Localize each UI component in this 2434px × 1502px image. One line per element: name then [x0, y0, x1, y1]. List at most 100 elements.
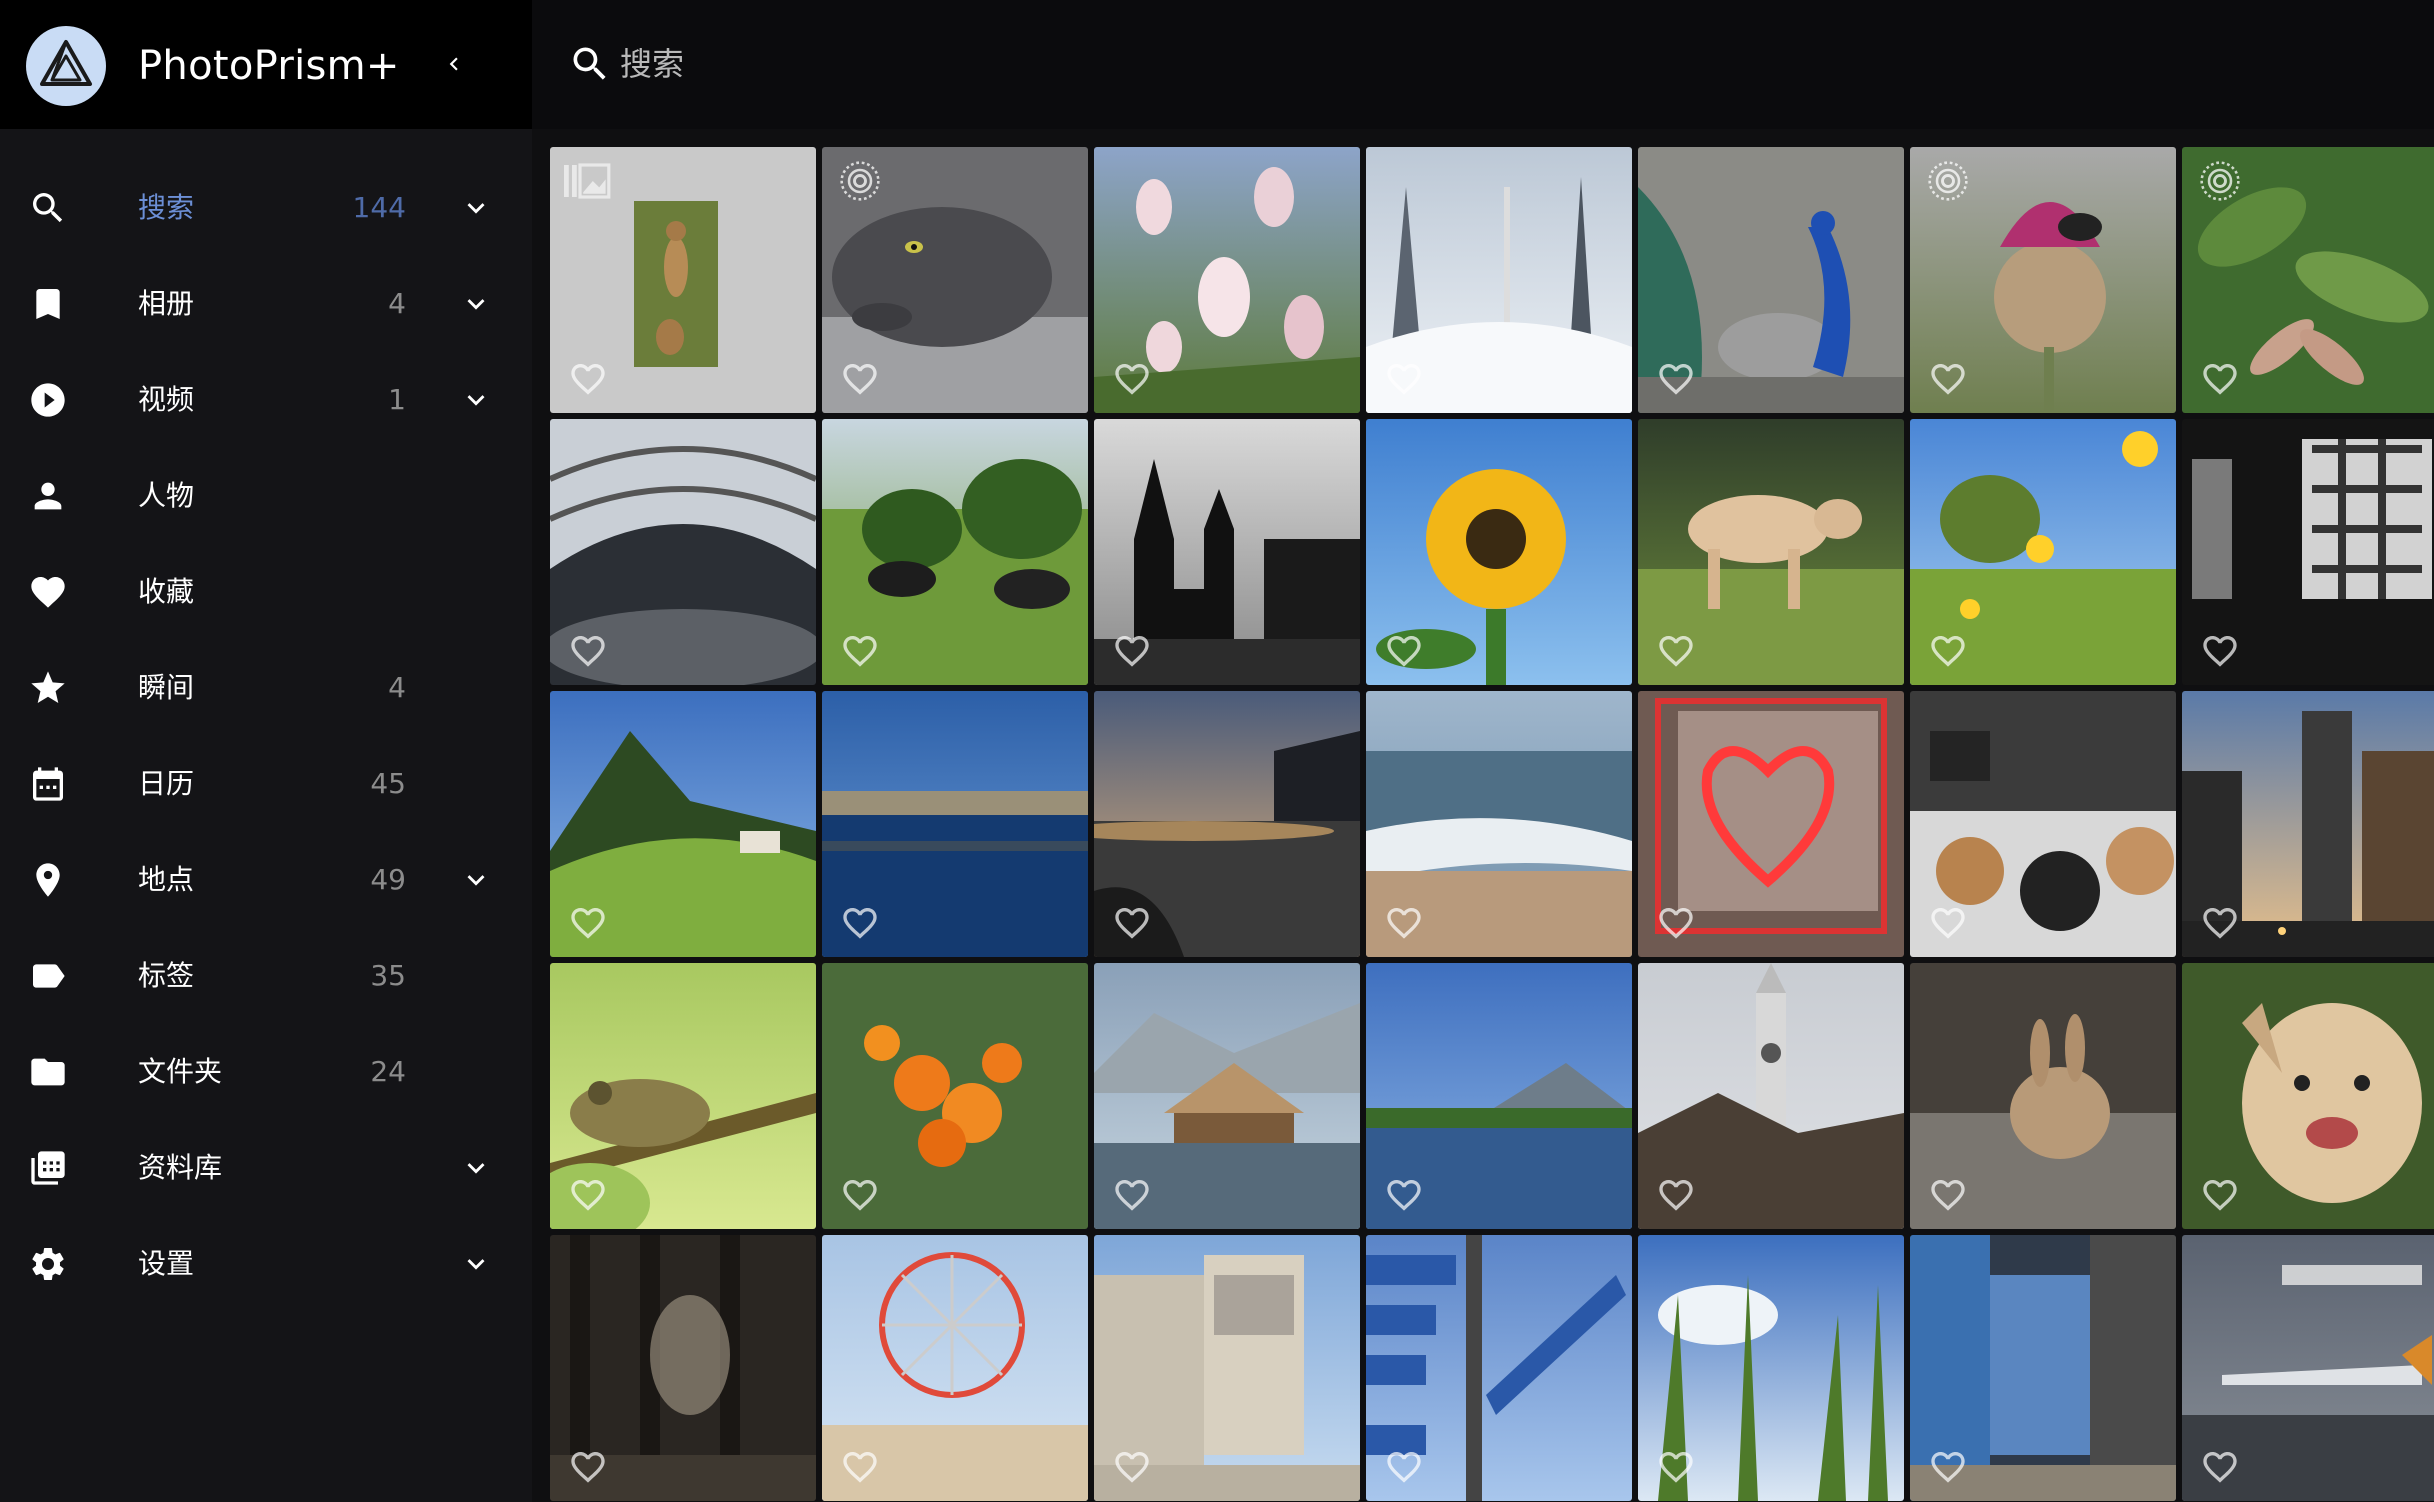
favorite-heart-icon[interactable] [2198, 359, 2242, 399]
favorite-heart-icon[interactable] [1654, 903, 1698, 943]
favorite-heart-icon[interactable] [1382, 359, 1426, 399]
photo-tile[interactable] [1638, 419, 1904, 685]
search-toolbar [532, 0, 2434, 129]
photo-tile[interactable] [1910, 963, 2176, 1229]
favorite-heart-icon[interactable] [1926, 903, 1970, 943]
photo-tile[interactable] [1094, 419, 1360, 685]
favorite-heart-icon[interactable] [838, 1175, 882, 1215]
photo-tile[interactable] [1366, 1235, 1632, 1501]
expand-chevron-down-icon[interactable] [454, 188, 498, 228]
favorite-heart-icon[interactable] [2198, 903, 2242, 943]
search-input[interactable] [620, 36, 1420, 92]
expand-chevron-down-icon[interactable] [454, 860, 498, 900]
favorite-heart-icon[interactable] [1926, 631, 1970, 671]
app-title: PhotoPrism+ [138, 43, 400, 89]
photo-tile[interactable] [1366, 691, 1632, 957]
label-tag-icon [26, 954, 70, 998]
nav-label: 视频 [138, 383, 195, 416]
live-photo-icon [2200, 161, 2240, 201]
sidebar-search-item[interactable]: 搜索 144 [0, 160, 532, 256]
photo-tile[interactable] [1094, 147, 1360, 413]
favorite-heart-icon[interactable] [838, 631, 882, 671]
photo-tile[interactable] [1094, 1235, 1360, 1501]
favorite-heart-icon[interactable] [1654, 631, 1698, 671]
favorite-heart-icon[interactable] [1382, 631, 1426, 671]
favorite-heart-icon[interactable] [566, 1175, 610, 1215]
favorite-heart-icon[interactable] [1382, 1447, 1426, 1487]
photo-tile[interactable] [550, 963, 816, 1229]
favorite-heart-icon[interactable] [566, 903, 610, 943]
sidebar-star-item[interactable]: 瞬间 4 [0, 640, 532, 736]
expand-chevron-down-icon[interactable] [454, 1148, 498, 1188]
photo-tile[interactable] [1638, 1235, 1904, 1501]
sidebar-calendar-item[interactable]: 日历 45 [0, 736, 532, 832]
favorite-heart-icon[interactable] [2198, 1447, 2242, 1487]
photo-tile[interactable] [822, 147, 1088, 413]
photo-tile[interactable] [1910, 691, 2176, 957]
favorite-heart-icon[interactable] [1654, 1175, 1698, 1215]
brand-header: PhotoPrism+ [0, 0, 532, 129]
photo-tile[interactable] [1638, 147, 1904, 413]
photo-tile[interactable] [2182, 963, 2434, 1229]
photo-tile[interactable] [822, 963, 1088, 1229]
photo-tile[interactable] [2182, 147, 2434, 413]
favorite-heart-icon[interactable] [1110, 1175, 1154, 1215]
photo-tile[interactable] [1910, 147, 2176, 413]
expand-chevron-down-icon[interactable] [454, 284, 498, 324]
photo-tile[interactable] [2182, 691, 2434, 957]
favorite-heart-icon[interactable] [1654, 359, 1698, 399]
photo-tile[interactable] [1910, 419, 2176, 685]
sidebar-heart-item[interactable]: 收藏 [0, 544, 532, 640]
favorite-heart-icon[interactable] [1382, 903, 1426, 943]
photo-tile[interactable] [1638, 963, 1904, 1229]
favorite-heart-icon[interactable] [838, 359, 882, 399]
photo-tile[interactable] [822, 691, 1088, 957]
photo-tile[interactable] [550, 147, 816, 413]
favorite-heart-icon[interactable] [566, 631, 610, 671]
sidebar-label-tag-item[interactable]: 标签 35 [0, 928, 532, 1024]
photo-tile[interactable] [1094, 691, 1360, 957]
favorite-heart-icon[interactable] [566, 359, 610, 399]
sidebar-library-item[interactable]: 资料库 [0, 1120, 532, 1216]
photo-tile[interactable] [1094, 963, 1360, 1229]
photo-tile[interactable] [550, 419, 816, 685]
collapse-sidebar-button[interactable] [432, 40, 476, 88]
photo-tile[interactable] [2182, 419, 2434, 685]
search-icon[interactable] [568, 42, 612, 86]
favorite-heart-icon[interactable] [1110, 903, 1154, 943]
photo-tile[interactable] [550, 1235, 816, 1501]
photo-tile[interactable] [822, 1235, 1088, 1501]
favorite-heart-icon[interactable] [838, 903, 882, 943]
expand-chevron-down-icon[interactable] [454, 1244, 498, 1284]
photoprism-app: PhotoPrism+ 搜索 144 相册 4 视频 1 人物 收藏 瞬间 4 日历 45 地点 49 标签… [0, 0, 2434, 1502]
favorite-heart-icon[interactable] [1654, 1447, 1698, 1487]
favorite-heart-icon[interactable] [1110, 1447, 1154, 1487]
photo-tile[interactable] [1910, 1235, 2176, 1501]
favorite-heart-icon[interactable] [2198, 1175, 2242, 1215]
photoprism-logo[interactable] [26, 26, 106, 106]
favorite-heart-icon[interactable] [1110, 631, 1154, 671]
sidebar-play-circle-item[interactable]: 视频 1 [0, 352, 532, 448]
favorite-heart-icon[interactable] [838, 1447, 882, 1487]
expand-chevron-down-icon[interactable] [454, 380, 498, 420]
favorite-heart-icon[interactable] [1926, 1175, 1970, 1215]
favorite-heart-icon[interactable] [566, 1447, 610, 1487]
photo-tile[interactable] [2182, 1235, 2434, 1501]
nav-label: 文件夹 [138, 1055, 223, 1088]
favorite-heart-icon[interactable] [1926, 1447, 1970, 1487]
favorite-heart-icon[interactable] [1382, 1175, 1426, 1215]
photo-tile[interactable] [1366, 147, 1632, 413]
favorite-heart-icon[interactable] [1926, 359, 1970, 399]
photo-tile[interactable] [1366, 419, 1632, 685]
favorite-heart-icon[interactable] [1110, 359, 1154, 399]
photo-tile[interactable] [550, 691, 816, 957]
favorite-heart-icon[interactable] [2198, 631, 2242, 671]
photo-tile[interactable] [822, 419, 1088, 685]
photo-tile[interactable] [1638, 691, 1904, 957]
photo-tile[interactable] [1366, 963, 1632, 1229]
sidebar-person-item[interactable]: 人物 [0, 448, 532, 544]
sidebar-bookmark-item[interactable]: 相册 4 [0, 256, 532, 352]
sidebar-map-pin-item[interactable]: 地点 49 [0, 832, 532, 928]
sidebar-folder-item[interactable]: 文件夹 24 [0, 1024, 532, 1120]
sidebar-gear-item[interactable]: 设置 [0, 1216, 532, 1312]
